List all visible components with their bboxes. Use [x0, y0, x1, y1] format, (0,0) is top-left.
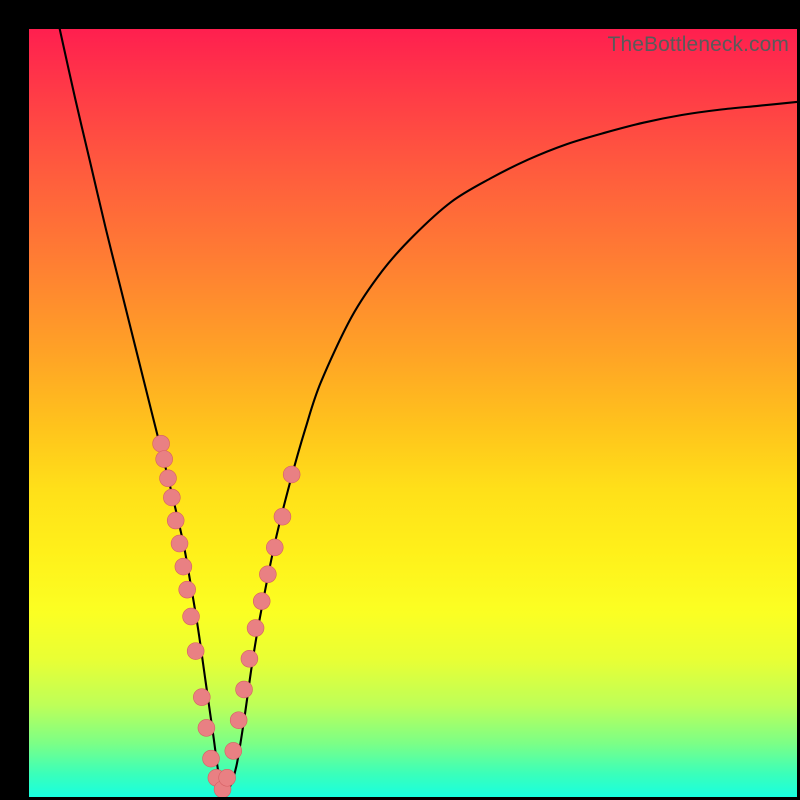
- chart-frame: TheBottleneck.com: [0, 0, 800, 800]
- data-marker: [198, 719, 215, 736]
- data-marker: [274, 508, 291, 525]
- data-marker: [219, 769, 236, 786]
- data-marker: [160, 470, 177, 487]
- data-marker: [171, 535, 188, 552]
- data-marker: [156, 451, 173, 468]
- data-marker: [193, 689, 210, 706]
- data-marker: [167, 512, 184, 529]
- data-marker: [241, 650, 258, 667]
- data-marker: [230, 712, 247, 729]
- data-marker: [203, 750, 220, 767]
- data-markers: [153, 435, 300, 797]
- data-marker: [236, 681, 253, 698]
- chart-overlay: [29, 29, 797, 797]
- data-marker: [163, 489, 180, 506]
- data-marker: [259, 566, 276, 583]
- data-marker: [283, 466, 300, 483]
- data-marker: [225, 742, 242, 759]
- plot-area: TheBottleneck.com: [29, 29, 797, 797]
- data-marker: [266, 539, 283, 556]
- data-marker: [175, 558, 192, 575]
- data-marker: [179, 581, 196, 598]
- data-marker: [253, 593, 270, 610]
- data-marker: [183, 608, 200, 625]
- bottleneck-curve: [60, 29, 797, 792]
- data-marker: [247, 620, 264, 637]
- data-marker: [153, 435, 170, 452]
- data-marker: [187, 643, 204, 660]
